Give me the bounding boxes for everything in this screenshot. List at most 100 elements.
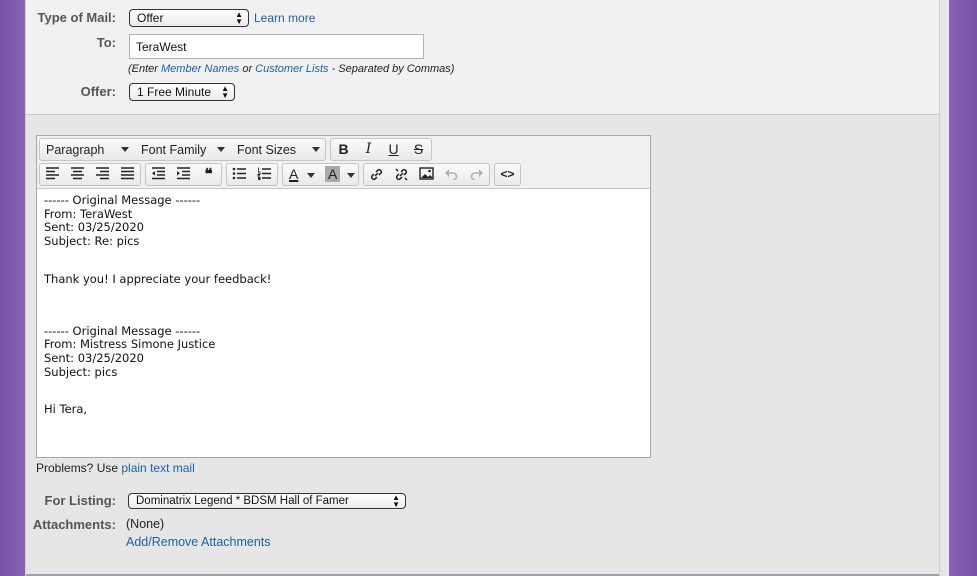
undo-icon — [445, 169, 458, 180]
member-names-link[interactable]: Member Names — [161, 63, 239, 75]
paragraph-dropdown[interactable]: Paragraph — [40, 139, 135, 160]
align-left-icon — [46, 167, 59, 180]
blockquote-button[interactable]: ❝ — [196, 164, 221, 185]
message-line: Subject: pics — [44, 364, 118, 379]
offer-value: 1 Free Minute — [137, 85, 212, 99]
bullet-list-button[interactable] — [227, 164, 252, 185]
for-listing-label: For Listing: — [44, 493, 117, 508]
recipient-hint: (Enter Member Names or Customer Lists - … — [128, 63, 454, 75]
listing-select[interactable]: Dominatrix Legend * BDSM Hall of Famer ▲… — [128, 493, 406, 509]
indent-button[interactable] — [171, 164, 196, 185]
align-right-icon — [96, 167, 109, 180]
underline-button[interactable]: U — [381, 139, 406, 160]
justify-icon — [121, 167, 134, 180]
select-arrows-icon: ▲ ▼ — [392, 493, 400, 509]
hint-prefix: (Enter — [128, 63, 162, 75]
to-input[interactable]: TeraWest — [129, 34, 424, 59]
message-line: Thank you! I appreciate your feedback! — [44, 271, 272, 286]
hint-or: or — [239, 63, 256, 75]
redo-icon — [470, 169, 483, 180]
outdent-button[interactable] — [146, 164, 171, 185]
unlink-icon — [395, 168, 408, 181]
quote-icon: ❝ — [204, 165, 213, 183]
outdent-icon — [152, 167, 165, 180]
type-of-mail-value: Offer — [137, 11, 164, 25]
editor-content[interactable]: ------ Original Message ------ From: Ter… — [44, 194, 646, 455]
font-color-icon: A — [289, 166, 299, 182]
select-arrows-icon: ▲ ▼ — [235, 10, 243, 26]
background-color-button[interactable]: A — [321, 164, 359, 185]
align-center-icon — [71, 167, 84, 180]
font-sizes-dropdown-label: Font Sizes — [237, 143, 297, 157]
add-remove-attachments-link[interactable]: Add/Remove Attachments — [126, 535, 271, 549]
source-group: <> — [494, 163, 521, 186]
editor-toolbar: Paragraph Font Family Font Sizes B I U S — [37, 136, 650, 189]
font-family-dropdown-label: Font Family — [141, 143, 207, 157]
select-arrows-icon: ▲ ▼ — [221, 84, 229, 100]
message-line: ------ Original Message ------ — [44, 194, 201, 207]
font-family-dropdown[interactable]: Font Family — [135, 139, 231, 160]
offer-select[interactable]: 1 Free Minute ▲ ▼ — [129, 83, 235, 101]
font-sizes-dropdown[interactable]: Font Sizes — [231, 139, 326, 160]
insert-link-button[interactable] — [364, 164, 389, 185]
message-line: Subject: Re: pics — [44, 234, 140, 249]
strikethrough-button[interactable]: S — [406, 139, 431, 160]
link-icon — [370, 168, 383, 181]
indent-icon — [177, 167, 190, 180]
text-style-group: B I U S — [330, 138, 432, 161]
undo-button[interactable] — [439, 164, 464, 185]
bullet-list-icon — [232, 167, 246, 180]
bold-button[interactable]: B — [331, 139, 356, 160]
image-icon — [419, 167, 434, 180]
caret-down-icon — [307, 173, 315, 178]
alignment-group — [39, 163, 141, 186]
recipient-section: Type of Mail: Offer ▲ ▼ Learn more To: Te… — [26, 0, 939, 115]
align-center-button[interactable] — [65, 164, 90, 185]
to-label: To: — [96, 35, 116, 50]
problems-notice: Problems? Use plain text mail — [36, 461, 195, 475]
mail-compose-panel: Type of Mail: Offer ▲ ▼ Learn more To: Te… — [25, 0, 940, 576]
attachments-label: Attachments: — [32, 517, 116, 532]
justify-button[interactable] — [115, 164, 140, 185]
caret-down-icon — [217, 147, 225, 152]
background-color-icon: A — [325, 166, 341, 182]
align-right-button[interactable] — [90, 164, 115, 185]
insert-image-button[interactable] — [414, 164, 439, 185]
learn-more-link[interactable]: Learn more — [254, 11, 315, 25]
rich-text-editor: Paragraph Font Family Font Sizes B I U S — [36, 135, 651, 458]
indent-group: ❝ — [145, 163, 222, 186]
caret-down-icon — [312, 147, 320, 152]
italic-button[interactable]: I — [356, 139, 381, 160]
message-line: Sent: 03/25/2020 — [44, 350, 144, 365]
message-line: From: TeraWest — [44, 206, 133, 221]
format-dropdowns-group: Paragraph Font Family Font Sizes — [39, 138, 326, 161]
color-group: A A — [282, 163, 359, 186]
plain-text-mail-link[interactable]: plain text mail — [121, 461, 194, 475]
align-left-button[interactable] — [40, 164, 65, 185]
remove-link-button[interactable] — [389, 164, 414, 185]
paragraph-dropdown-label: Paragraph — [46, 143, 105, 157]
list-group — [226, 163, 278, 186]
offer-label: Offer: — [80, 84, 116, 99]
caret-down-icon — [121, 147, 129, 152]
hint-suffix: - Separated by Commas) — [328, 63, 455, 75]
numbered-list-button[interactable] — [252, 164, 277, 185]
insert-group — [363, 163, 490, 186]
listing-select-value: Dominatrix Legend * BDSM Hall of Famer — [136, 495, 349, 507]
type-of-mail-label: Type of Mail: — [37, 10, 116, 25]
attachments-value: (None) — [126, 517, 165, 531]
redo-button[interactable] — [464, 164, 489, 185]
message-line: Hi Tera, — [44, 402, 88, 417]
font-color-button[interactable]: A — [283, 164, 319, 185]
problems-text: Problems? Use — [36, 461, 122, 475]
type-of-mail-select[interactable]: Offer ▲ ▼ — [129, 9, 249, 27]
numbered-list-icon — [257, 167, 271, 180]
customer-lists-link[interactable]: Customer Lists — [255, 63, 328, 75]
source-code-button[interactable]: <> — [495, 164, 520, 185]
caret-down-icon — [347, 173, 355, 178]
message-line: From: Mistress Simone Justice — [44, 337, 216, 352]
message-line: ------ Original Message ------ — [44, 323, 201, 338]
